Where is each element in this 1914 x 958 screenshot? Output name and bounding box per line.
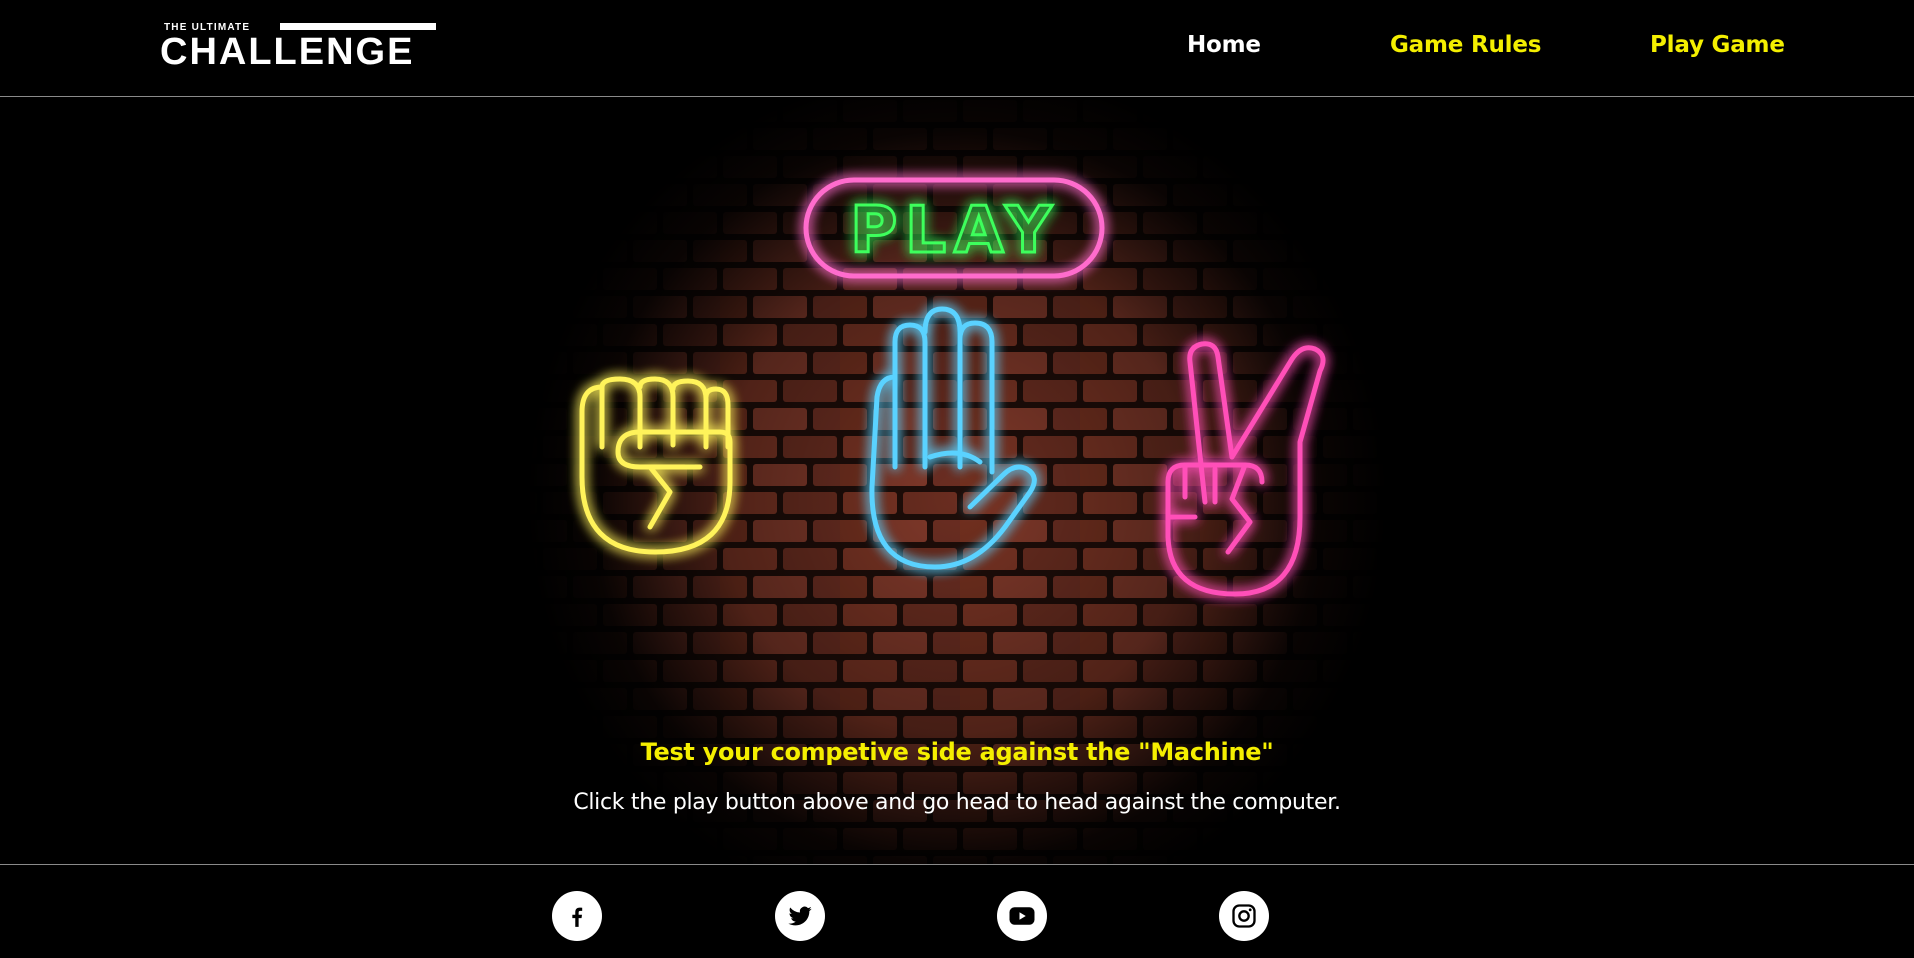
- rock-fist-icon: [579, 376, 733, 555]
- challenge-logo[interactable]: THE ULTIMATE CHALLENGE: [160, 20, 438, 72]
- logo-big-text: CHALLENGE: [160, 31, 415, 73]
- twitter-icon[interactable]: [775, 891, 825, 941]
- nav-home[interactable]: Home: [1187, 32, 1261, 58]
- facebook-icon[interactable]: [552, 891, 602, 941]
- paper-hand-icon: [869, 306, 1037, 570]
- site-header: THE ULTIMATE CHALLENGE Home Game Rules P…: [0, 0, 1914, 97]
- instagram-icon[interactable]: [1219, 891, 1269, 941]
- hero-tagline: Test your competive side against the "Ma…: [640, 738, 1274, 766]
- hero-section: PLAY Test your competive side against th…: [0, 97, 1914, 864]
- youtube-icon[interactable]: [997, 891, 1047, 941]
- nav-play-game[interactable]: Play Game: [1650, 32, 1785, 58]
- play-button[interactable]: PLAY: [803, 177, 1105, 279]
- logo-bar: [280, 23, 436, 30]
- scissors-peace-icon: [1165, 341, 1326, 597]
- nav-game-rules[interactable]: Game Rules: [1390, 32, 1541, 58]
- site-footer: [0, 864, 1914, 958]
- play-button-label: PLAY: [850, 194, 1059, 268]
- hero-subtext: Click the play button above and go head …: [573, 790, 1341, 815]
